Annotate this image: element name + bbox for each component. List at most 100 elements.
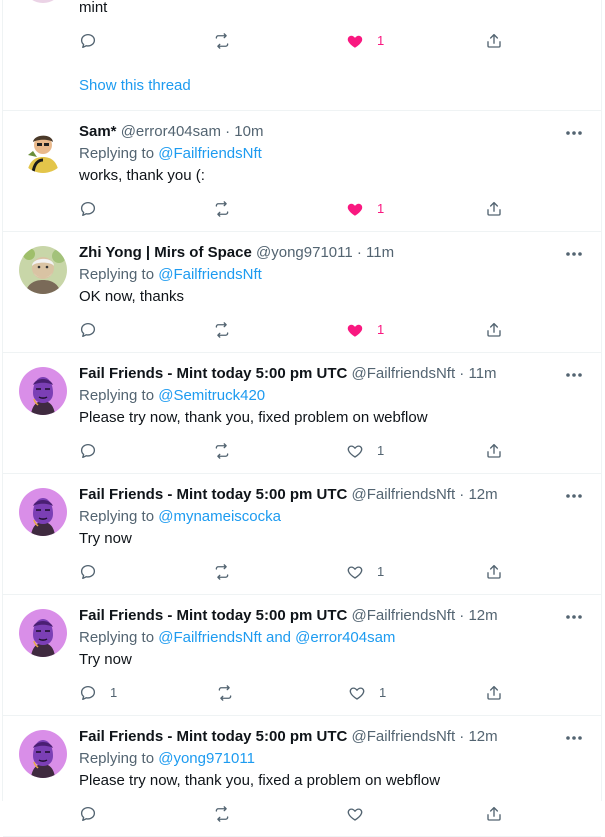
like-button[interactable]: 1: [346, 31, 384, 51]
tweet-text: Please try now, thank you, fixed problem…: [79, 409, 428, 426]
retweet-button[interactable]: [213, 320, 231, 340]
reply-button[interactable]: [79, 199, 110, 219]
reply-button[interactable]: 1: [79, 683, 117, 703]
avatar[interactable]: [19, 125, 67, 173]
reply-button[interactable]: [79, 320, 110, 340]
like-button[interactable]: 1: [346, 441, 384, 461]
retweet-button[interactable]: [213, 199, 231, 219]
tweet[interactable]: Fail Friends - Mint today 5:00 pm UTC @F…: [3, 716, 601, 837]
replying-prefix: Replying to: [79, 508, 155, 525]
retweet-button[interactable]: [213, 562, 231, 582]
tweet-header: Fail Friends - Mint today 5:00 pm UTC @F…: [79, 364, 497, 384]
tweet[interactable]: Zhi Yong | Mirs of Space @yong971011 · 1…: [3, 232, 601, 353]
replying-to-link[interactable]: @FailfriendsNft and @error404sam: [158, 629, 395, 646]
author-name[interactable]: Sam*: [79, 123, 117, 140]
timestamp[interactable]: · 11m: [459, 365, 496, 382]
avatar[interactable]: [19, 609, 67, 657]
avatar[interactable]: [19, 367, 67, 415]
retweet-button[interactable]: [213, 31, 231, 51]
retweet-button[interactable]: [213, 804, 231, 824]
more-icon[interactable]: [563, 246, 585, 262]
like-button[interactable]: 1: [348, 683, 386, 703]
more-icon[interactable]: [563, 367, 585, 383]
reply-button[interactable]: [79, 804, 110, 824]
timestamp[interactable]: · 12m: [459, 486, 497, 503]
author-handle[interactable]: @yong971011: [256, 244, 353, 261]
previous-tweet[interactable]: mint 1 Show this thread: [3, 0, 601, 111]
reply-icon: [80, 564, 96, 580]
author-handle[interactable]: @FailfriendsNft: [352, 607, 456, 624]
retweet-icon: [215, 33, 229, 49]
tweet[interactable]: Sam* @error404sam · 10m Replying to @Fai…: [3, 111, 601, 232]
replying-prefix: Replying to: [79, 750, 155, 767]
share-button[interactable]: [485, 804, 503, 824]
like-button[interactable]: 1: [346, 320, 384, 340]
replying-prefix: Replying to: [79, 266, 155, 283]
timestamp[interactable]: · 10m: [225, 123, 263, 140]
like-count: 1: [377, 33, 385, 48]
share-button[interactable]: [485, 31, 503, 51]
retweet-icon: [215, 201, 229, 217]
share-button[interactable]: [485, 320, 503, 340]
share-button[interactable]: [485, 441, 503, 461]
author-name[interactable]: Fail Friends - Mint today 5:00 pm UTC: [79, 728, 347, 745]
author-name[interactable]: Zhi Yong | Mirs of Space: [79, 244, 252, 261]
share-icon: [487, 806, 501, 821]
retweet-icon: [215, 322, 229, 338]
replying-to-link[interactable]: @mynameiscocka: [158, 508, 281, 525]
share-button[interactable]: [485, 683, 503, 703]
avatar[interactable]: [19, 246, 67, 294]
heart-icon: [346, 200, 364, 218]
timestamp[interactable]: · 11m: [357, 244, 394, 261]
share-icon: [487, 201, 501, 216]
retweet-button[interactable]: [216, 683, 234, 703]
like-button[interactable]: 1: [346, 562, 384, 582]
replying-to: Replying to @FailfriendsNft: [79, 265, 262, 285]
author-name[interactable]: Fail Friends - Mint today 5:00 pm UTC: [79, 607, 347, 624]
replying-to: Replying to @Semitruck420: [79, 386, 265, 406]
tweet[interactable]: Fail Friends - Mint today 5:00 pm UTC @F…: [3, 474, 601, 595]
author-handle[interactable]: @error404sam: [121, 123, 221, 140]
author-handle[interactable]: @FailfriendsNft: [352, 486, 456, 503]
tweet-text: works, thank you (:: [79, 167, 205, 184]
more-icon[interactable]: [563, 125, 585, 141]
more-icon[interactable]: [563, 730, 585, 746]
avatar[interactable]: [19, 488, 67, 536]
author-handle[interactable]: @FailfriendsNft: [352, 728, 456, 745]
replying-to-link[interactable]: @FailfriendsNft: [158, 145, 262, 162]
replying-to-link[interactable]: @Semitruck420: [158, 387, 265, 404]
retweet-button[interactable]: [213, 441, 231, 461]
heart-icon: [346, 321, 364, 339]
author-handle[interactable]: @FailfriendsNft: [352, 365, 456, 382]
share-button[interactable]: [485, 562, 503, 582]
like-button[interactable]: [346, 804, 377, 824]
tweet[interactable]: Fail Friends - Mint today 5:00 pm UTC @F…: [3, 353, 601, 474]
like-button[interactable]: 1: [346, 199, 384, 219]
like-count: 1: [379, 685, 387, 700]
author-name[interactable]: Fail Friends - Mint today 5:00 pm UTC: [79, 486, 347, 503]
timestamp[interactable]: · 12m: [459, 607, 497, 624]
replying-to-link[interactable]: @FailfriendsNft: [158, 266, 262, 283]
avatar[interactable]: [27, 0, 59, 3]
more-icon[interactable]: [563, 609, 585, 625]
reply-button[interactable]: [79, 441, 110, 461]
tweet[interactable]: Fail Friends - Mint today 5:00 pm UTC @F…: [3, 595, 601, 716]
share-button[interactable]: [485, 199, 503, 219]
replying-to: Replying to @FailfriendsNft: [79, 144, 262, 164]
more-icon[interactable]: [563, 488, 585, 504]
reply-icon: [80, 33, 96, 49]
author-name[interactable]: Fail Friends - Mint today 5:00 pm UTC: [79, 365, 347, 382]
reply-button[interactable]: [79, 31, 97, 51]
avatar[interactable]: [19, 730, 67, 778]
tweet-text: Please try now, thank you, fixed a probl…: [79, 772, 441, 789]
share-icon: [487, 322, 501, 337]
timeline: mint 1 Show this thread Sam* @error404sa…: [2, 0, 602, 837]
reply-button[interactable]: [79, 562, 110, 582]
replying-to-link[interactable]: @yong971011: [158, 750, 255, 767]
tweet-text: Try now: [79, 651, 132, 668]
show-thread-link[interactable]: Show this thread: [79, 76, 191, 96]
heart-icon: [346, 563, 364, 581]
share-icon: [487, 685, 501, 700]
tweet-header: Fail Friends - Mint today 5:00 pm UTC @F…: [79, 727, 498, 747]
timestamp[interactable]: · 12m: [459, 728, 497, 745]
